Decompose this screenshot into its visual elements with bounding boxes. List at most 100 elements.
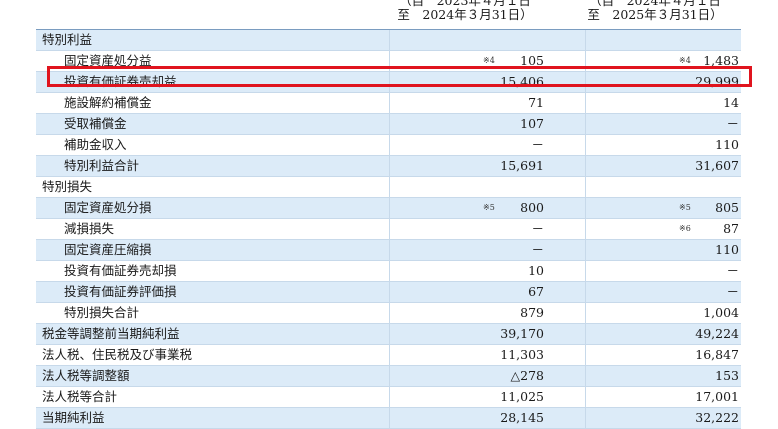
table-row: 投資有価証券評価損 67 － (36, 282, 741, 303)
value-current-year: 29,999 (695, 74, 739, 89)
column-divider (585, 261, 586, 281)
table-row: 税金等調整前当期純利益 39,170 49,224 (36, 324, 741, 345)
column-divider (389, 72, 390, 92)
table-row: 法人税、住民税及び事業税 11,303 16,847 (36, 345, 741, 366)
value-current-year: 1,483 (703, 53, 739, 68)
income-statement-table: 特別利益 固定資産処分益 ※4 105 ※4 1,483 投資有価証券売却益 15,406 29… (36, 29, 741, 429)
column-divider (389, 156, 390, 176)
table-row: 特別利益合計 15,691 31,607 (36, 156, 741, 177)
row-label: 固定資産処分益 (64, 53, 152, 68)
column-divider (585, 366, 586, 386)
column-divider (389, 240, 390, 260)
column-divider (389, 177, 390, 197)
column-divider (585, 198, 586, 218)
value-current-year: － (726, 263, 739, 278)
value-previous-year: － (531, 137, 544, 152)
value-previous-year: 11,303 (500, 347, 544, 362)
row-label: 固定資産処分損 (64, 200, 152, 215)
table-row: 特別利益 (36, 30, 741, 51)
column-divider (585, 51, 586, 71)
row-label: 施設解約補償金 (64, 95, 152, 110)
value-previous-year: 39,170 (500, 326, 544, 341)
column-divider (585, 345, 586, 365)
value-previous-year: △278 (510, 368, 544, 383)
period-end: 至 2024年３月31日） (397, 7, 533, 22)
row-label: 受取補償金 (64, 116, 127, 131)
row-label: 固定資産圧縮損 (64, 242, 152, 257)
column-divider (585, 324, 586, 344)
value-previous-year: 15,691 (500, 158, 544, 173)
value-previous-year: 71 (528, 95, 544, 110)
row-label: 補助金収入 (64, 137, 127, 152)
value-current-year: 17,001 (695, 389, 739, 404)
column-divider (389, 303, 390, 323)
column-divider (585, 30, 586, 50)
column-divider (585, 93, 586, 113)
value-current-year: 110 (715, 137, 739, 152)
column-divider (389, 198, 390, 218)
value-current-year: 49,224 (695, 326, 739, 341)
column-divider (585, 135, 586, 155)
value-previous-year: 28,145 (500, 410, 544, 425)
column-divider (389, 408, 390, 428)
row-label: 法人税等調整額 (42, 368, 130, 383)
table-row: 固定資産処分益 ※4 105 ※4 1,483 (36, 51, 741, 72)
table-row: 施設解約補償金 71 14 (36, 93, 741, 114)
row-label: 特別利益合計 (64, 158, 140, 173)
column-divider (585, 408, 586, 428)
value-current-year (591, 177, 739, 197)
row-label: 減損損失 (64, 221, 115, 236)
value-current-year: 14 (723, 95, 739, 110)
column-divider (585, 387, 586, 407)
row-label: 投資有価証券売却益 (64, 74, 177, 89)
column-divider (585, 177, 586, 197)
value-current-year: 16,847 (695, 347, 739, 362)
value-current-year: 1,004 (703, 305, 739, 320)
value-current-year: 153 (715, 368, 739, 383)
column-divider (389, 345, 390, 365)
column-divider (389, 51, 390, 71)
value-current-year: － (726, 284, 739, 299)
table-row: 当期純利益 28,145 32,222 (36, 408, 741, 429)
table-row: 法人税等調整額 △278 153 (36, 366, 741, 387)
value-current-year: 805 (715, 200, 739, 215)
value-current-year: － (726, 116, 739, 131)
column-divider (585, 156, 586, 176)
value-current-year (591, 30, 739, 50)
row-label: 法人税等合計 (42, 389, 118, 404)
column-divider (585, 303, 586, 323)
table-row: 投資有価証券売却益 15,406 29,999 (36, 72, 741, 93)
row-label: 特別損失 (42, 179, 93, 194)
table-row: 受取補償金 107 － (36, 114, 741, 135)
row-label: 投資有価証券売却損 (64, 263, 177, 278)
value-current-year: 32,222 (695, 410, 739, 425)
column-divider (389, 387, 390, 407)
table-row: 法人税等合計 11,025 17,001 (36, 387, 741, 408)
column-divider (585, 114, 586, 134)
column-divider (585, 219, 586, 239)
value-current-year: 110 (715, 242, 739, 257)
value-previous-year: － (531, 221, 544, 236)
value-previous-year (396, 177, 544, 197)
period-end: 至 2025年３月31日） (587, 7, 723, 22)
value-previous-year: 105 (520, 53, 544, 68)
value-previous-year: － (531, 242, 544, 257)
column-divider (389, 261, 390, 281)
table-row: 固定資産圧縮損 － 110 (36, 240, 741, 261)
value-previous-year: 67 (528, 284, 544, 299)
column-divider (389, 324, 390, 344)
row-label: 特別損失合計 (64, 305, 140, 320)
value-previous-year (396, 30, 544, 50)
value-previous-year: 107 (520, 116, 544, 131)
table-row: 特別損失 (36, 177, 741, 198)
column-divider (389, 93, 390, 113)
value-current-year: 31,607 (695, 158, 739, 173)
column-divider (585, 72, 586, 92)
column-divider (389, 366, 390, 386)
column-divider (389, 135, 390, 155)
row-label: 税金等調整前当期純利益 (42, 326, 180, 341)
value-previous-year: 10 (528, 263, 544, 278)
row-label: 投資有価証券評価損 (64, 284, 177, 299)
period-header-current: （自 2024年４月１日 至 2025年３月31日） (580, 0, 730, 22)
value-previous-year: 800 (520, 200, 544, 215)
